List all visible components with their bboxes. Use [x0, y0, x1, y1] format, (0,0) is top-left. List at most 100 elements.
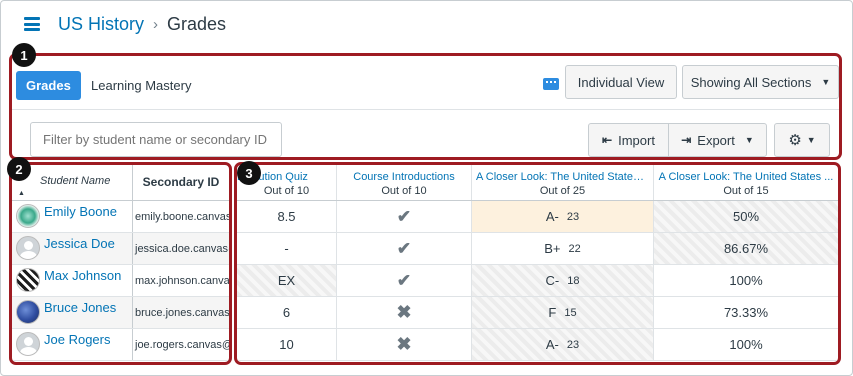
check-icon: ✔: [396, 206, 412, 226]
grade-cell[interactable]: -: [237, 233, 337, 264]
student-name-link[interactable]: Max Johnson: [44, 268, 121, 283]
individual-view-label: Individual View: [577, 74, 665, 90]
score-value: 23: [566, 210, 580, 223]
grade-cell[interactable]: EX: [237, 265, 337, 296]
grade-cell[interactable]: ✖: [337, 297, 472, 328]
grade-cell[interactable]: 8.5: [237, 201, 337, 232]
settings-button[interactable]: ⚙ ▼: [774, 123, 830, 157]
grade-cell[interactable]: 50%: [654, 201, 838, 232]
tab-grades[interactable]: Grades: [16, 71, 81, 100]
student-header-row: Student Name ▲ Secondary ID: [12, 165, 229, 201]
secondary-id-cell: bruce.jones.canvas@: [135, 307, 229, 319]
student-row: Max Johnson max.johnson.canvas: [12, 265, 229, 297]
grade-cell[interactable]: A- 23: [472, 201, 654, 232]
score-value: 23: [566, 338, 580, 351]
assignment-header[interactable]: Course Introductions Out of 10: [337, 165, 472, 200]
caret-down-icon: ▼: [806, 135, 816, 145]
grade-cell[interactable]: C- 18: [472, 265, 654, 296]
assignment-points: Out of 15: [723, 185, 769, 197]
export-button[interactable]: ⇥ Export ▼: [668, 123, 767, 157]
tab-learning-mastery[interactable]: Learning Mastery: [91, 78, 191, 93]
gradebook-toolbar: Grades Learning Mastery Individual View …: [9, 53, 842, 160]
breadcrumb-current-page: Grades: [167, 14, 227, 34]
breadcrumb-separator: ›: [153, 16, 159, 33]
assignment-name[interactable]: A Closer Look: The United States ...: [472, 171, 653, 183]
caret-down-icon: ▼: [744, 135, 754, 145]
import-label: Import: [618, 132, 655, 148]
export-label: Export: [697, 132, 735, 148]
assignment-name[interactable]: Course Introductions: [337, 171, 471, 183]
grade-cell[interactable]: 100%: [654, 265, 838, 296]
hamburger-menu-icon[interactable]: [24, 17, 40, 31]
assignment-header-row: Evolution Quiz Out of 10 Course Introduc…: [237, 165, 838, 201]
student-name-link[interactable]: Joe Rogers: [44, 332, 110, 347]
student-row: Jessica Doe jessica.doe.canvas@: [12, 233, 229, 265]
callout-3: 3: [237, 161, 261, 185]
assignments-grid: Evolution Quiz Out of 10 Course Introduc…: [234, 162, 841, 365]
assignment-points: Out of 10: [381, 185, 427, 197]
caret-down-icon: ▼: [821, 77, 831, 87]
export-icon: ⇥: [681, 133, 692, 147]
sections-label: Showing All Sections: [690, 74, 812, 90]
score-value: 15: [564, 306, 577, 319]
keyboard-shortcuts-icon[interactable]: [543, 78, 559, 90]
grade-cell[interactable]: A- 23: [472, 329, 654, 360]
secondary-id-cell: emily.boone.canvas@: [135, 211, 229, 223]
toolbar-divider: [12, 109, 839, 110]
sort-ascending-icon: ▲: [18, 190, 25, 197]
student-name-link[interactable]: Bruce Jones: [44, 300, 116, 315]
secondary-id-cell: joe.rogers.canvas@g: [135, 339, 229, 351]
grade-cell[interactable]: 10: [237, 329, 337, 360]
avatar: [16, 268, 40, 292]
avatar: [16, 204, 40, 228]
secondary-id-cell: max.johnson.canvas: [135, 275, 229, 287]
grade-cell[interactable]: ✖: [337, 329, 472, 360]
student-filter-input[interactable]: [30, 122, 282, 157]
student-name-link[interactable]: Emily Boone: [44, 204, 117, 219]
secondary-id-header[interactable]: Secondary ID: [133, 165, 229, 200]
student-name-header-label: Student Name: [40, 175, 111, 187]
sections-dropdown[interactable]: Showing All Sections ▼: [682, 65, 839, 99]
breadcrumb-course-link[interactable]: US History: [58, 14, 144, 35]
callout-1: 1: [12, 43, 36, 67]
avatar: [16, 300, 40, 324]
import-icon: ⇤: [602, 133, 613, 147]
grade-cell[interactable]: ✔: [337, 201, 472, 232]
grade-row: 10 ✖ A- 23 100%: [237, 329, 838, 361]
import-button[interactable]: ⇤ Import: [588, 123, 669, 157]
grade-cell[interactable]: 6: [237, 297, 337, 328]
grade-row: EX ✔ C- 18 100%: [237, 265, 838, 297]
grade-cell[interactable]: F 15: [472, 297, 654, 328]
top-bar: US History › Grades: [0, 0, 853, 50]
score-value: 22: [568, 242, 581, 255]
grade-cell[interactable]: 86.67%: [654, 233, 838, 264]
student-row: Joe Rogers joe.rogers.canvas@g: [12, 329, 229, 361]
individual-view-button[interactable]: Individual View: [565, 65, 677, 99]
cross-icon: ✖: [396, 334, 412, 354]
student-name-cell: Emily Boone: [12, 201, 133, 232]
letter-grade: F: [548, 305, 557, 320]
student-row: Emily Boone emily.boone.canvas@: [12, 201, 229, 233]
student-name-cell: Bruce Jones: [12, 297, 133, 328]
grade-row: 8.5 ✔ A- 23 50%: [237, 201, 838, 233]
student-name-cell: Jessica Doe: [12, 233, 133, 264]
check-icon: ✔: [396, 238, 412, 258]
letter-grade: B+: [544, 241, 561, 256]
grade-cell[interactable]: 73.33%: [654, 297, 838, 328]
student-row: Bruce Jones bruce.jones.canvas@: [12, 297, 229, 329]
student-name-link[interactable]: Jessica Doe: [44, 236, 115, 251]
avatar: [16, 332, 40, 356]
student-name-cell: Joe Rogers: [12, 329, 133, 360]
grade-cell[interactable]: 100%: [654, 329, 838, 360]
cross-icon: ✖: [396, 302, 412, 322]
callout-2: 2: [7, 157, 31, 181]
assignment-header[interactable]: A Closer Look: The United States ... Out…: [654, 165, 838, 200]
grade-cell[interactable]: ✔: [337, 265, 472, 296]
grade-cell[interactable]: B+ 22: [472, 233, 654, 264]
assignment-points: Out of 25: [539, 185, 586, 197]
letter-grade: C-: [545, 273, 560, 288]
assignment-header[interactable]: A Closer Look: The United States ... Out…: [472, 165, 654, 200]
student-name-cell: Max Johnson: [12, 265, 133, 296]
grade-cell[interactable]: ✔: [337, 233, 472, 264]
assignment-name[interactable]: A Closer Look: The United States ...: [654, 171, 838, 183]
